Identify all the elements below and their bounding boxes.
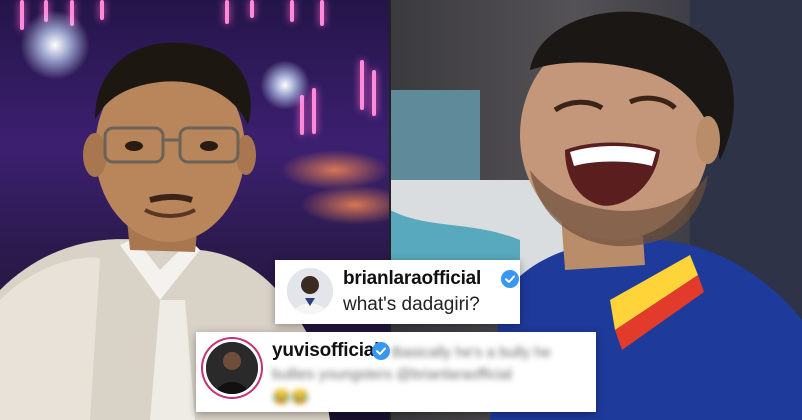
blurred-comment-text: bullies youngsters @brianlaraofficial — [272, 366, 513, 383]
comment-card-yuvi: yuvisofficial Basically he's a bully he … — [196, 332, 596, 412]
profile-avatar-icon[interactable] — [206, 342, 258, 394]
comment-username[interactable]: yuvisofficial — [272, 340, 379, 362]
comment-card-brianlara: brianlaraofficial what's dadagiri? — [275, 260, 520, 324]
verified-badge-icon — [501, 270, 519, 288]
verified-badge-icon — [372, 342, 390, 360]
collage-image: brianlaraofficial what's dadagiri? yuvis… — [0, 0, 802, 420]
blurred-emoji-text: 😂😂 — [272, 389, 310, 406]
profile-avatar-icon[interactable] — [287, 268, 333, 314]
comment-text: what's dadagiri? — [343, 294, 480, 315]
comment-username[interactable]: brianlaraofficial — [343, 268, 481, 290]
blurred-comment-text: Basically he's a bully he — [392, 344, 551, 361]
